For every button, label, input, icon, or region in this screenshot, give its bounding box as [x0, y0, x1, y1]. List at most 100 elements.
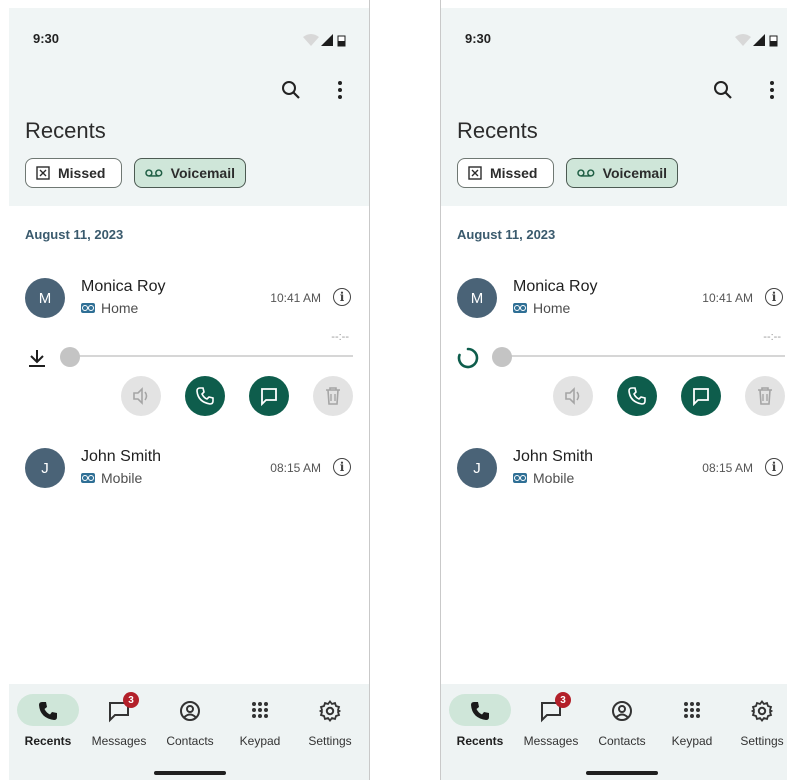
call-subtitle: Mobile: [513, 470, 574, 486]
filter-chip-missed[interactable]: Missed: [457, 158, 554, 188]
speaker-button[interactable]: [553, 376, 593, 416]
wifi-signal-battery-icon: [303, 34, 346, 47]
info-icon[interactable]: i: [765, 288, 783, 306]
date-header: August 11, 2023: [457, 227, 556, 242]
keypad-icon: [252, 702, 268, 718]
voicemail-icon: [577, 169, 595, 177]
status-icons: [735, 33, 779, 52]
download-icon[interactable]: [27, 348, 47, 373]
more-options-icon[interactable]: [337, 80, 343, 105]
more-options-icon[interactable]: [769, 80, 775, 105]
phone-icon: [628, 387, 646, 405]
page-title: Recents: [457, 118, 538, 143]
nav-item-messages[interactable]: 3 Messages: [83, 684, 155, 764]
nav-label: Recents: [456, 734, 504, 748]
call-subtitle: Home: [513, 300, 570, 316]
info-icon[interactable]: i: [333, 288, 351, 306]
nav-item-messages[interactable]: 3 Messages: [515, 684, 587, 764]
nav-item-settings[interactable]: Settings: [726, 684, 787, 764]
trash-icon: [326, 387, 340, 405]
nav-label: Messages: [91, 734, 147, 748]
avatar[interactable]: M: [457, 278, 497, 318]
contacts-icon: [612, 701, 632, 721]
speaker-button[interactable]: [121, 376, 161, 416]
search-icon[interactable]: [713, 80, 733, 105]
phone-type: Mobile: [533, 470, 575, 486]
nav-item-contacts[interactable]: Contacts: [154, 684, 226, 764]
speaker-icon: [565, 387, 580, 405]
unread-badge: 3: [555, 692, 571, 708]
contact-name[interactable]: Monica Roy: [513, 278, 597, 296]
nav-label: Keypad: [671, 734, 713, 748]
bottom-navigation: Recents 3 Messages Contacts Keypad Setti…: [441, 684, 787, 780]
gesture-handle[interactable]: [154, 771, 226, 775]
call-back-button[interactable]: [185, 376, 225, 416]
seek-track[interactable]: [501, 355, 785, 357]
call-subtitle: Mobile: [81, 470, 142, 486]
info-icon[interactable]: i: [765, 458, 783, 476]
gesture-handle[interactable]: [586, 771, 658, 775]
nav-label: Settings: [308, 734, 352, 748]
contact-name[interactable]: John Smith: [81, 448, 161, 466]
seek-track[interactable]: [69, 355, 353, 357]
chip-label: Missed: [58, 165, 106, 181]
avatar[interactable]: J: [25, 448, 65, 488]
contacts-icon: [180, 701, 200, 721]
bottom-navigation: Recents 3 Messages Contacts Keypad Setti…: [9, 684, 369, 780]
filter-chip-voicemail[interactable]: Voicemail: [566, 158, 678, 188]
info-icon[interactable]: i: [333, 458, 351, 476]
date-header: August 11, 2023: [25, 227, 124, 242]
phone-screen-2: 9:30 Recents Missed Voicemail August 11,…: [441, 8, 787, 780]
call-time: 08:15 AM: [270, 461, 321, 475]
filter-chip-voicemail[interactable]: Voicemail: [134, 158, 246, 188]
avatar[interactable]: J: [457, 448, 497, 488]
seek-thumb[interactable]: [492, 347, 512, 367]
contact-name[interactable]: Monica Roy: [81, 278, 165, 296]
call-time: 10:41 AM: [270, 291, 321, 305]
chip-label: Voicemail: [170, 165, 235, 181]
panel-divider: [369, 0, 370, 780]
nav-label: Contacts: [598, 734, 646, 748]
keypad-icon: [684, 702, 700, 718]
duration-label: --:--: [763, 331, 781, 343]
nav-label: Contacts: [166, 734, 214, 748]
chip-label: Missed: [490, 165, 538, 181]
nav-item-settings[interactable]: Settings: [294, 684, 366, 764]
nav-item-recents[interactable]: Recents: [444, 684, 516, 764]
nav-item-keypad[interactable]: Keypad: [224, 684, 296, 764]
send-message-button[interactable]: [681, 376, 721, 416]
call-time: 10:41 AM: [702, 291, 753, 305]
call-time: 08:15 AM: [702, 461, 753, 475]
nav-item-contacts[interactable]: Contacts: [586, 684, 658, 764]
phone-icon: [196, 387, 214, 405]
settings-icon: [318, 700, 342, 722]
voicemail-badge-icon: [513, 473, 527, 483]
wifi-signal-battery-icon: [735, 34, 778, 47]
avatar[interactable]: M: [25, 278, 65, 318]
chip-label: Voicemail: [602, 165, 667, 181]
delete-button[interactable]: [313, 376, 353, 416]
phone-type: Mobile: [101, 470, 143, 486]
nav-label: Keypad: [239, 734, 281, 748]
status-icons: [303, 33, 347, 52]
nav-item-recents[interactable]: Recents: [12, 684, 84, 764]
nav-label: Settings: [740, 734, 784, 748]
send-message-button[interactable]: [249, 376, 289, 416]
delete-button[interactable]: [745, 376, 785, 416]
nav-item-keypad[interactable]: Keypad: [656, 684, 728, 764]
filter-chip-missed[interactable]: Missed: [25, 158, 122, 188]
seek-thumb[interactable]: [60, 347, 80, 367]
phone-screen-1: 9:30 Recents Missed Voicemail August 11,…: [9, 8, 369, 780]
call-back-button[interactable]: [617, 376, 657, 416]
missed-x-icon: [468, 166, 482, 180]
phone-type: Home: [101, 300, 139, 316]
message-icon: [693, 388, 709, 406]
status-time: 9:30: [33, 31, 60, 46]
missed-x-icon: [36, 166, 50, 180]
search-icon[interactable]: [281, 80, 301, 105]
settings-icon: [750, 700, 774, 722]
contact-name[interactable]: John Smith: [513, 448, 593, 466]
nav-label: Recents: [24, 734, 72, 748]
voicemail-badge-icon: [81, 303, 95, 313]
call-subtitle: Home: [81, 300, 138, 316]
